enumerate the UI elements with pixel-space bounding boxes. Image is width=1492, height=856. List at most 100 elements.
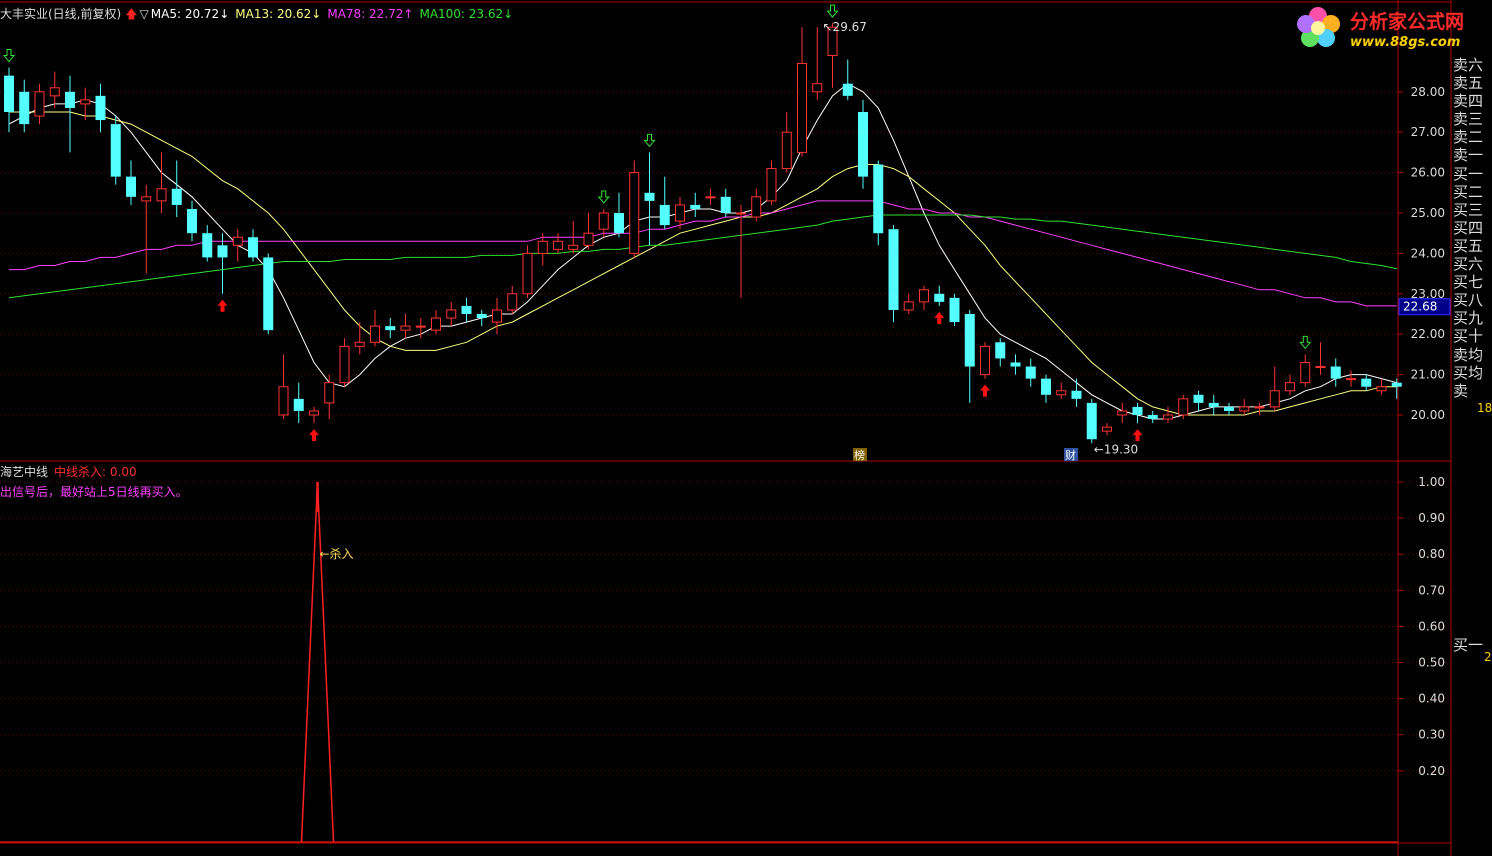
chart-canvas: ↖29.67←19.30榜财 20.0021.0022.0023.0024.00… [0, 0, 1452, 856]
candle-body [614, 213, 624, 234]
candle [781, 112, 792, 173]
candle [1285, 374, 1295, 395]
order-book-label: 买均 [1453, 363, 1484, 382]
ma5-dir: ↓ [219, 7, 230, 21]
candle-body [80, 99, 91, 105]
candle [934, 285, 945, 306]
order-book-label: 卖均 [1453, 345, 1484, 364]
candle [202, 225, 213, 262]
candle-body [232, 236, 243, 246]
candle-body [1391, 382, 1402, 387]
candle-body [324, 382, 335, 404]
candle-body [1300, 361, 1311, 384]
candle-body [202, 233, 213, 258]
ma-line-ma5 [8, 83, 1397, 420]
candle [1147, 410, 1158, 424]
candle-body [339, 345, 350, 384]
side-number-upper: 18 [1477, 401, 1492, 415]
candlestick-layer [4, 23, 1402, 444]
site-logo[interactable]: 分析家公式网 www.88gs.com [1296, 2, 1492, 54]
candle-body [415, 325, 426, 328]
candle [1254, 402, 1265, 415]
candle [34, 83, 45, 125]
candle-body [1254, 406, 1265, 409]
tick-label: 22.00 [1411, 327, 1445, 341]
candle-body [1102, 426, 1112, 432]
candle-body [934, 293, 945, 302]
tick-label: 0.80 [1418, 547, 1445, 561]
ma5-label: MA5: 20.72 [150, 7, 220, 21]
candle [1376, 378, 1387, 395]
candle [903, 293, 914, 314]
candle [126, 160, 136, 205]
candle-body [1025, 366, 1036, 379]
candle [1010, 354, 1021, 375]
candle [141, 184, 152, 274]
candle [492, 297, 502, 335]
candle-body [903, 301, 914, 311]
candle-body [65, 91, 75, 108]
candle [690, 192, 701, 218]
tick-label: 0.20 [1418, 764, 1445, 778]
up-arrow-icon: 🡅 [125, 7, 138, 21]
candle-body [309, 410, 319, 416]
candle-body [720, 196, 731, 213]
candle [980, 342, 990, 379]
ma13-label: MA13: 20.62 [235, 7, 312, 21]
candle-body [1071, 390, 1082, 399]
candle-body [1285, 382, 1295, 392]
candle [446, 301, 457, 327]
candle-body [1086, 402, 1097, 440]
high-label: ↖29.67 [823, 20, 867, 34]
indicator-name[interactable]: 海艺中线 [0, 465, 48, 479]
candle [1361, 374, 1372, 391]
candle-body [797, 63, 807, 153]
candle [522, 245, 533, 298]
candle-body [476, 314, 487, 319]
candle-body [110, 124, 121, 177]
candle-body [1178, 398, 1189, 416]
candle-body [400, 325, 411, 331]
candle-body [690, 204, 701, 209]
candle-body [1376, 386, 1387, 392]
candle [278, 354, 289, 420]
candle-body [217, 245, 228, 258]
candle [1117, 402, 1128, 424]
candle-body [1361, 378, 1372, 387]
tick-label: 0.40 [1418, 692, 1445, 706]
candle [858, 99, 868, 189]
candle [1071, 378, 1082, 407]
candle [110, 116, 121, 185]
signal-label: ←杀入 [320, 546, 354, 561]
buy-arrow-icon [309, 429, 319, 442]
candle-body [461, 305, 472, 314]
order-book-label: 买三 [1453, 200, 1484, 219]
candle-body [736, 212, 746, 215]
stock-title[interactable]: 大丰实业(日线,前复权) [0, 7, 121, 21]
candle [65, 75, 75, 153]
candle [888, 225, 899, 323]
candle-body [95, 95, 106, 121]
candle-body [19, 91, 30, 125]
candle-body [370, 325, 380, 343]
candle-body [126, 176, 136, 197]
candle-body [1193, 394, 1204, 403]
current-price-label: 22.68 [1403, 300, 1437, 314]
candle [766, 160, 777, 205]
side-number-lower: 2 [1484, 650, 1492, 664]
candle [1041, 374, 1051, 403]
order-book-label: 卖一 [1453, 146, 1484, 165]
order-book-labels: 卖六 卖五 卖四 卖三 卖二 卖一 买一 买二 买三 买四 买五 买六 买七 买八 买九 买十 卖均 买均卖 [1453, 56, 1492, 400]
candle [49, 71, 60, 108]
event-badge-label: 榜 [854, 448, 865, 462]
candle-body [1147, 415, 1158, 420]
candle [324, 374, 335, 420]
candle-body [980, 345, 990, 376]
candle [659, 176, 670, 230]
tick-label: 28.00 [1411, 85, 1445, 99]
candle-body [278, 386, 289, 416]
candle [1193, 390, 1204, 411]
order-book-label: 卖五 [1453, 74, 1484, 93]
candle-body [598, 212, 609, 230]
candle-body [248, 237, 258, 258]
